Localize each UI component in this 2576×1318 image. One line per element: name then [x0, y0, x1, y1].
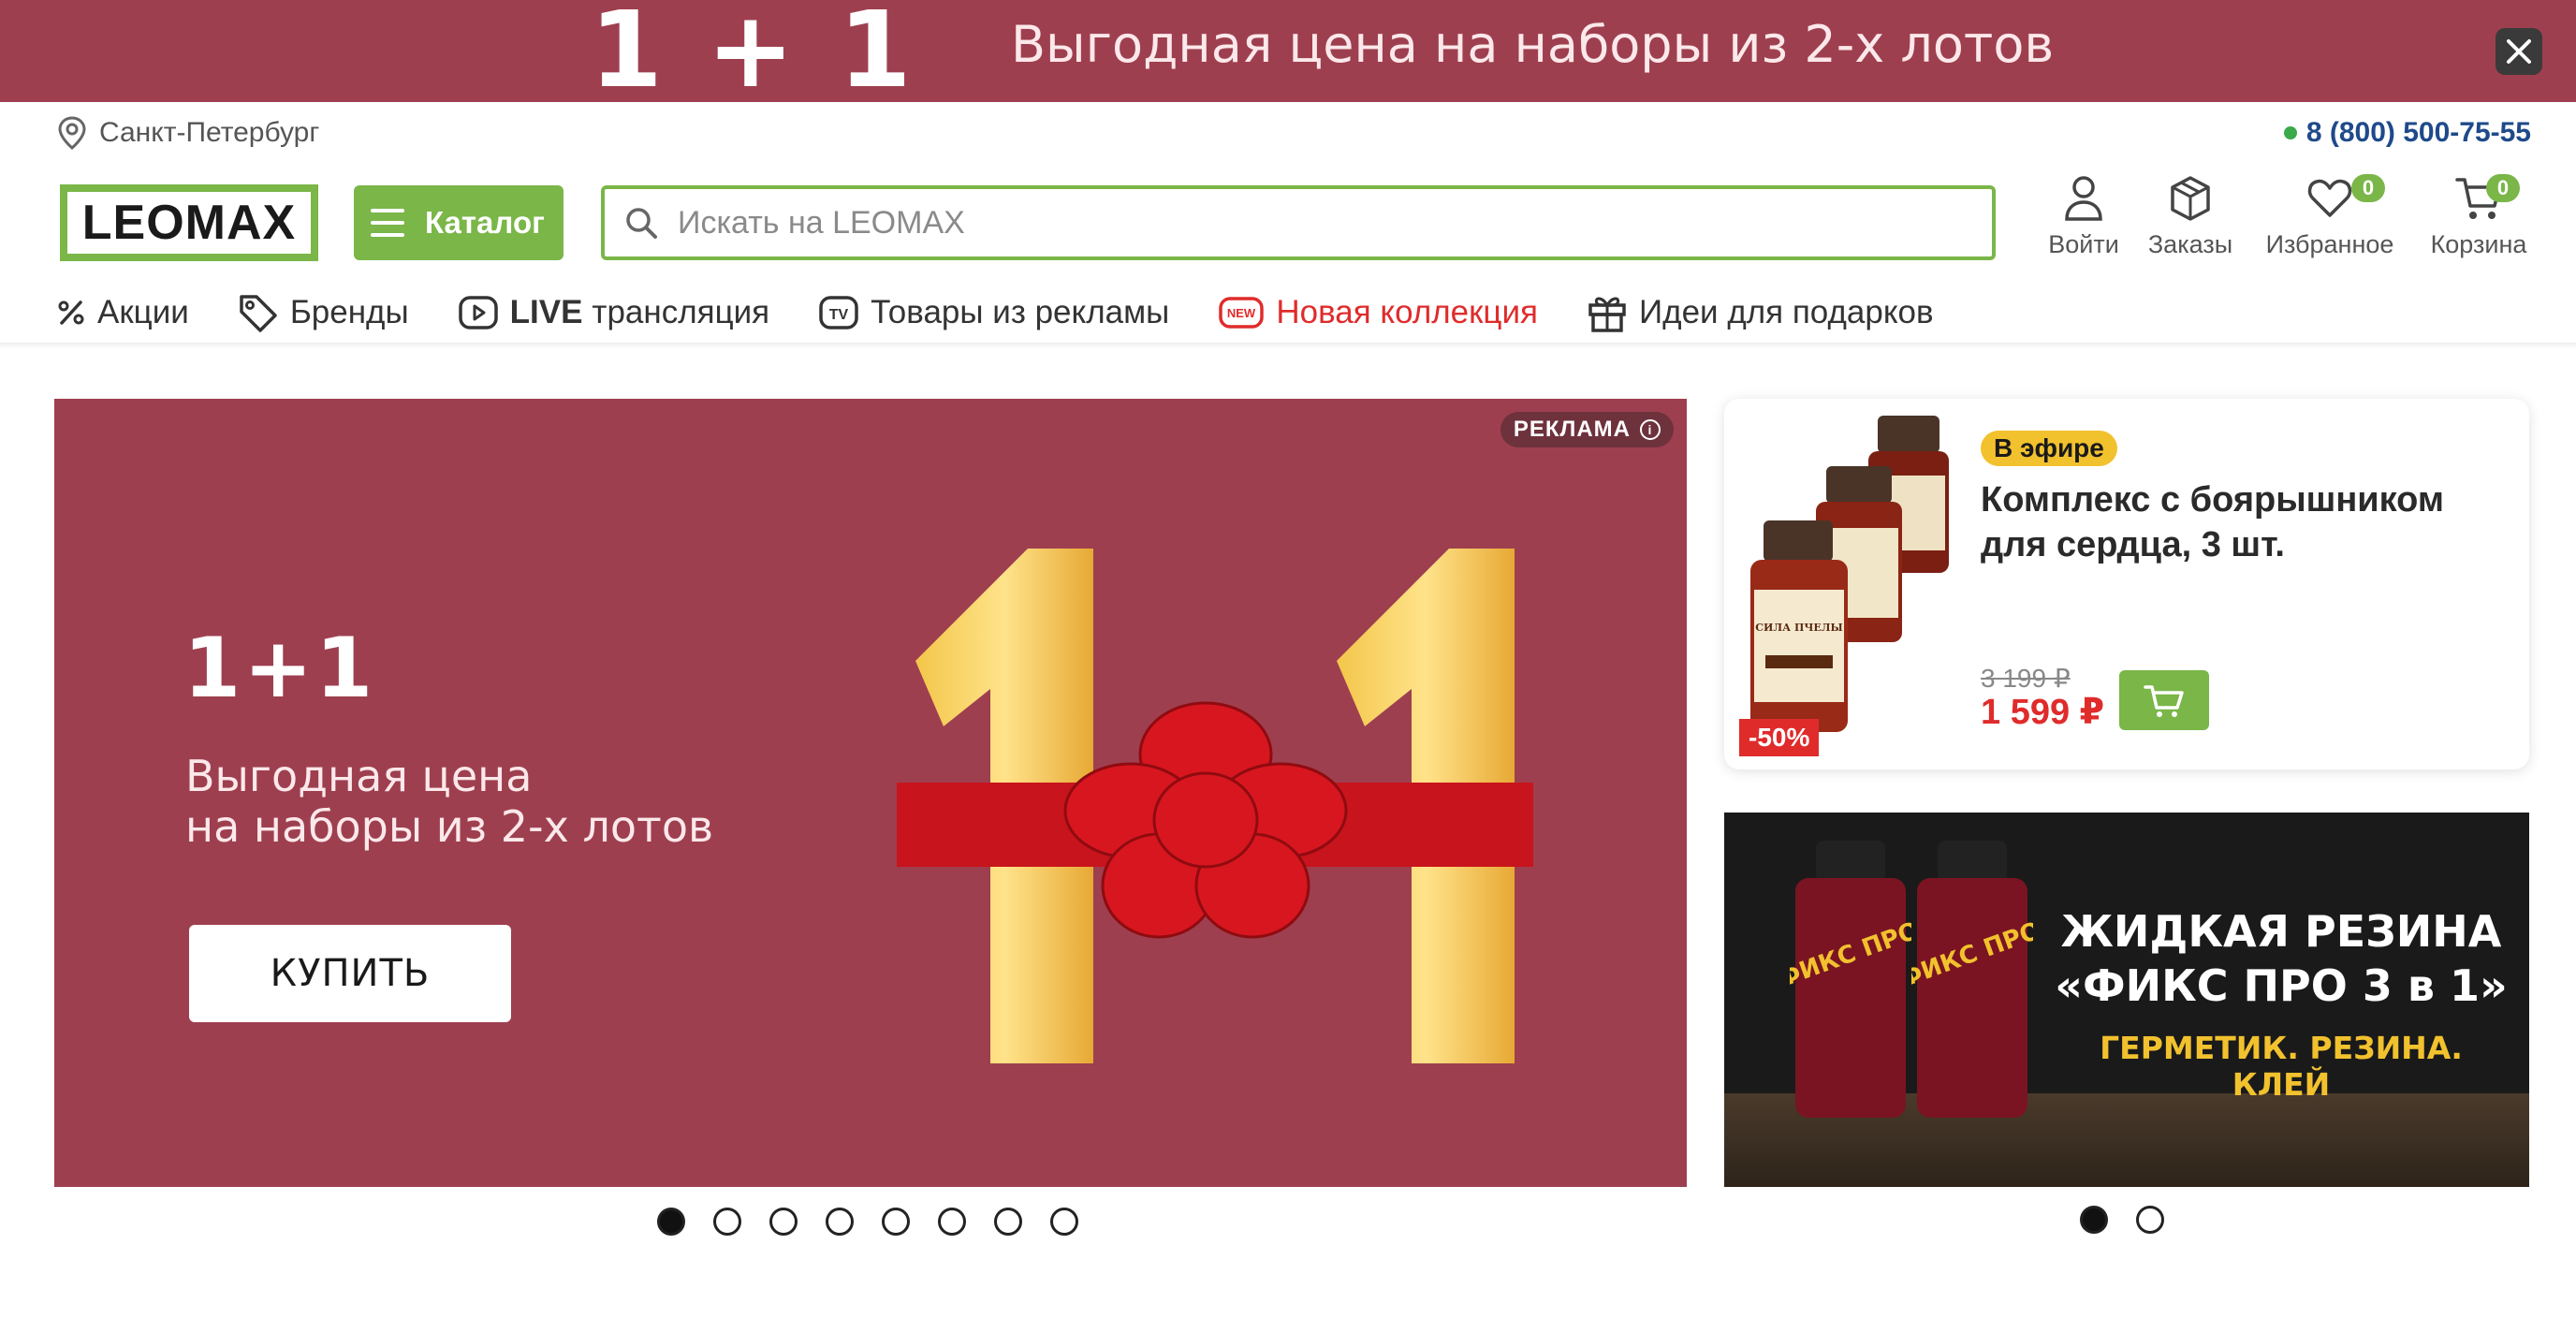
- logo[interactable]: LEOMAX: [60, 184, 318, 261]
- phone-number: 8 (800) 500-75-55: [2305, 117, 2531, 148]
- city-name: Санкт-Петербург: [99, 117, 320, 148]
- new-icon: NEW: [1219, 297, 1265, 329]
- slide-dot-2[interactable]: [713, 1208, 741, 1236]
- side-slide-dot-1[interactable]: [2080, 1206, 2108, 1234]
- nav-item-brands[interactable]: Бренды: [238, 293, 409, 332]
- location-pin-icon: [58, 116, 86, 150]
- catalog-label: Каталог: [425, 205, 545, 240]
- tv-icon: TV: [819, 296, 858, 330]
- login-label: Войти: [2048, 230, 2119, 258]
- cart-label: Корзина: [2430, 230, 2527, 258]
- slide-dot-1[interactable]: [657, 1208, 685, 1236]
- user-icon: [2065, 176, 2102, 221]
- svg-text:NEW: NEW: [1227, 306, 1256, 320]
- nav-label: Товары из рекламы: [871, 294, 1170, 330]
- nav-item-tv-products[interactable]: TV Товары из рекламы: [818, 294, 1169, 331]
- nav-label: Новая коллекция: [1276, 294, 1538, 330]
- side-banner-pagination: [2080, 1206, 2192, 1234]
- promo-bar[interactable]: 1 + 1 Выгодная цена на наборы из 2-х лот…: [0, 0, 2576, 111]
- city-selector[interactable]: Санкт-Петербург: [56, 116, 319, 150]
- tag-icon: [240, 295, 277, 332]
- on-air-product-card[interactable]: СИЛА ПЧЕЛЫ -50% В эфире Комплекс с бояры…: [1724, 399, 2529, 769]
- search-input[interactable]: [678, 204, 1895, 242]
- cart-button[interactable]: Корзина 0: [2424, 174, 2533, 268]
- slide-dot-7[interactable]: [994, 1208, 1022, 1236]
- nav-item-gift-ideas[interactable]: Идеи для подарков: [1587, 292, 1934, 333]
- slide-dot-5[interactable]: [882, 1208, 910, 1236]
- nav-item-promotions[interactable]: Акции: [56, 294, 189, 331]
- favorites-label: Избранное: [2265, 230, 2394, 258]
- ad-label-text: РЕКЛАМА: [1513, 417, 1631, 442]
- product-title[interactable]: Комплекс с боярышником для сердца, 3 шт.: [1981, 477, 2449, 567]
- gift-one-plus-one-illustration: [897, 549, 1533, 1063]
- header-divider: [0, 343, 2576, 348]
- favorites-count-badge: 0: [2351, 174, 2385, 202]
- liquid-rubber-banner[interactable]: ФИКС ПРО ФИКС ПРО ЖИДКАЯ РЕЗИНА «ФИКС ПР…: [1724, 813, 2529, 1187]
- catalog-button[interactable]: Каталог: [354, 185, 564, 260]
- banner-headline: 1+1: [183, 620, 376, 716]
- gift-icon: [1588, 297, 1626, 332]
- close-icon: [2507, 39, 2531, 64]
- promo-big-text: 1 + 1: [590, 0, 915, 111]
- svg-text:TV: TV: [829, 307, 849, 323]
- on-air-badge: В эфире: [1981, 431, 2117, 466]
- nav-label: Бренды: [289, 294, 409, 330]
- phone-link[interactable]: 8 (800) 500-75-55: [2283, 116, 2531, 150]
- banner-subtitle-line1: Выгодная цена: [185, 751, 533, 801]
- side-banner-title-line1: ЖИДКАЯ РЕЗИНА: [2060, 906, 2502, 957]
- side-slide-dot-2[interactable]: [2136, 1206, 2164, 1234]
- search-bar[interactable]: [601, 185, 1996, 260]
- percent-icon: [58, 300, 84, 325]
- online-status-dot: [2283, 126, 2297, 139]
- orders-label: Заказы: [2147, 230, 2233, 258]
- spray-can-image: ФИКС ПРО: [1790, 841, 1911, 1118]
- main-nav: Акции Бренды LIVE трансляция TV Товары и…: [56, 288, 1983, 337]
- box-icon: [2171, 176, 2210, 221]
- main-banner-pagination: [657, 1208, 1106, 1236]
- search-icon: [626, 208, 657, 239]
- add-to-cart-button[interactable]: [2119, 670, 2209, 730]
- orders-button[interactable]: Заказы: [2144, 174, 2237, 268]
- main-promo-banner[interactable]: РЕКЛАМА i 1+1 Выгодная цена на наборы из…: [54, 399, 1687, 1187]
- menu-icon: [371, 209, 404, 237]
- cart-count-badge: 0: [2486, 174, 2520, 202]
- nav-item-new-collection[interactable]: NEW Новая коллекция: [1218, 294, 1538, 331]
- current-price: 1 599 ₽: [1981, 693, 2105, 732]
- promo-text: Выгодная цена на наборы из 2-х лотов: [1011, 15, 2055, 74]
- banner-subtitle-line2: на наборы из 2-х лотов: [185, 801, 714, 852]
- cart-icon: [2144, 685, 2184, 717]
- heart-icon: [2307, 179, 2352, 217]
- info-icon: i: [1640, 419, 1661, 440]
- slide-dot-6[interactable]: [938, 1208, 966, 1236]
- discount-badge: -50%: [1739, 719, 1820, 756]
- login-button[interactable]: Войти: [2041, 174, 2127, 268]
- side-banner-subtitle: ГЕРМЕТИК. РЕЗИНА. КЛЕЙ: [2100, 1030, 2463, 1103]
- product-image: СИЛА ПЧЕЛЫ: [1750, 416, 1949, 732]
- nav-label-bold: LIVE: [509, 294, 583, 330]
- old-price: 3 199 ₽: [1981, 664, 2071, 693]
- nav-label: трансляция: [592, 294, 770, 330]
- promo-close-button[interactable]: [2496, 28, 2542, 75]
- spray-can-image: ФИКС ПРО: [1911, 841, 2033, 1118]
- favorites-button[interactable]: Избранное 0: [2260, 174, 2400, 268]
- product-label-text: СИЛА ПЧЕЛЫ: [1755, 622, 1842, 634]
- play-icon: [458, 296, 498, 330]
- nav-label: Идеи для подарков: [1639, 294, 1934, 330]
- ad-label[interactable]: РЕКЛАМА i: [1500, 412, 1674, 447]
- slide-dot-4[interactable]: [826, 1208, 854, 1236]
- buy-button[interactable]: КУПИТЬ: [189, 925, 511, 1022]
- slide-dot-8[interactable]: [1050, 1208, 1078, 1236]
- side-banner-title-line2: «ФИКС ПРО 3 в 1»: [2055, 960, 2508, 1011]
- nav-item-live[interactable]: LIVE трансляция: [458, 294, 770, 331]
- slide-dot-3[interactable]: [769, 1208, 798, 1236]
- nav-label: Акции: [97, 294, 189, 330]
